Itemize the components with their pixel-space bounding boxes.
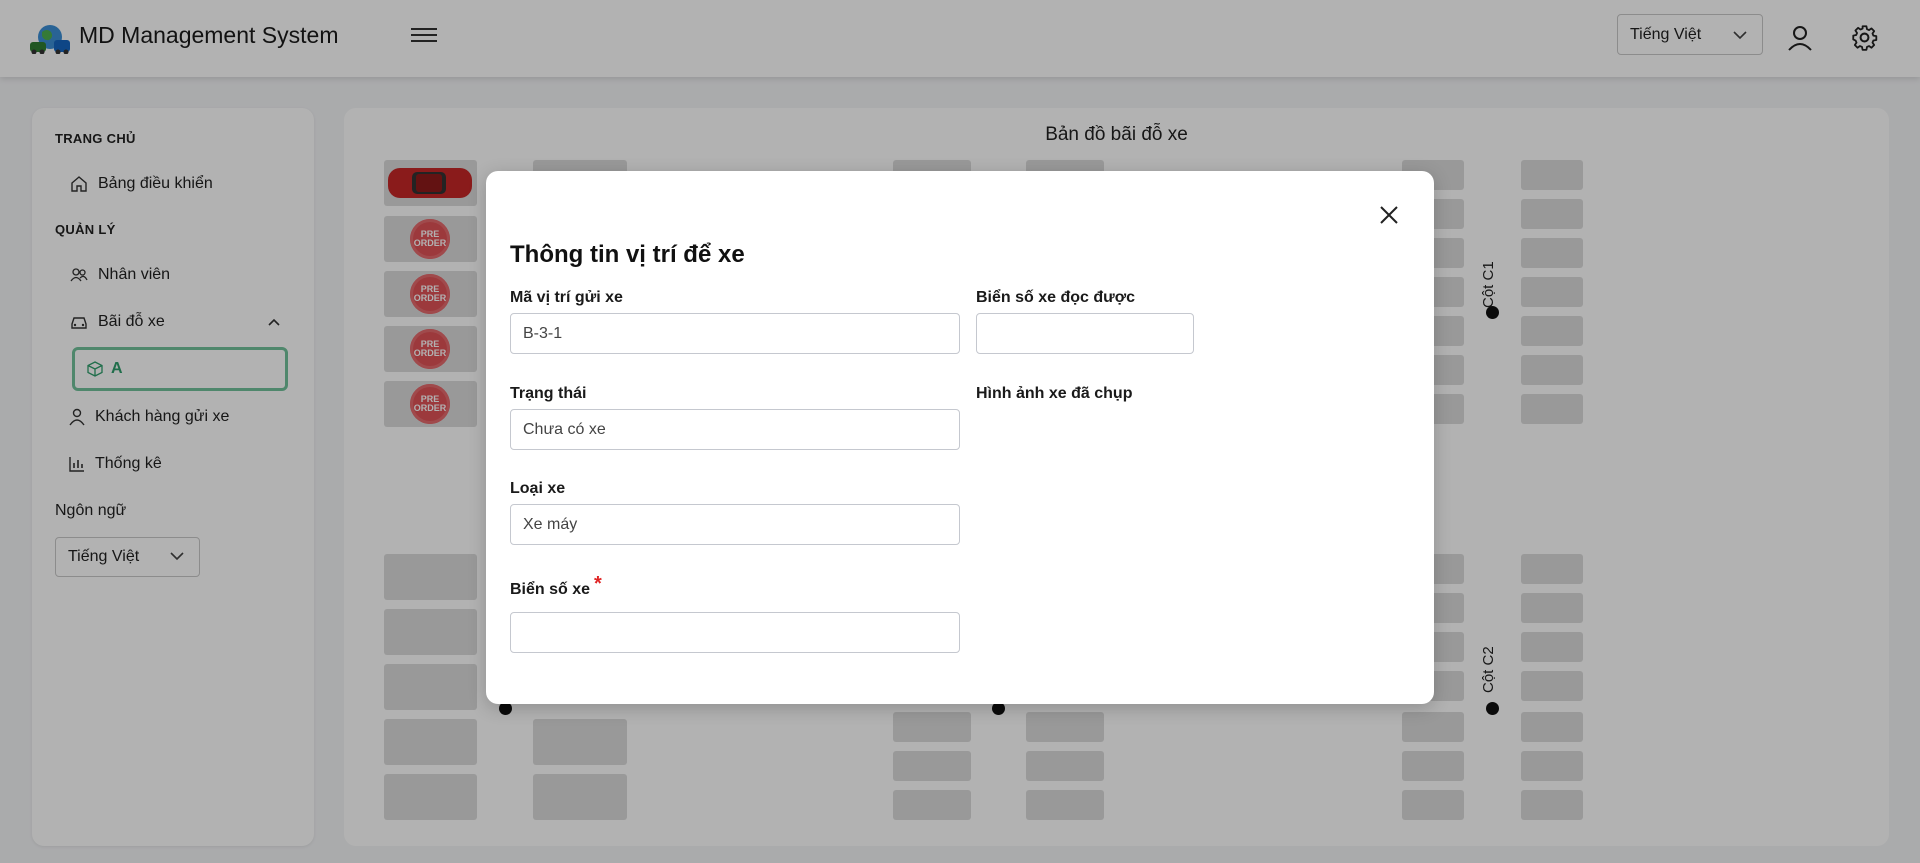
vehicle-type-label: Loại xe	[510, 480, 566, 497]
captured-photo-label: Hình ảnh xe đã chụp	[976, 385, 1133, 402]
slot-code-label: Mã vị trí gửi xe	[510, 289, 623, 306]
plate-read-input[interactable]	[976, 313, 1194, 354]
plate-number-label-text: Biển số xe	[510, 581, 591, 598]
modal-title: Thông tin vị trí để xe	[510, 241, 745, 268]
required-mark: *	[594, 573, 602, 595]
slot-code-input[interactable]	[510, 313, 960, 354]
status-input[interactable]	[510, 409, 960, 450]
close-icon[interactable]	[1378, 204, 1400, 226]
status-label: Trạng thái	[510, 385, 587, 402]
parking-slot-info-modal: Thông tin vị trí để xe Mã vị trí gửi xe …	[486, 171, 1434, 704]
vehicle-type-input[interactable]	[510, 504, 960, 545]
plate-number-label: Biển số xe *	[510, 573, 602, 600]
plate-read-label: Biển số xe đọc được	[976, 289, 1135, 306]
plate-number-input[interactable]	[510, 612, 960, 653]
